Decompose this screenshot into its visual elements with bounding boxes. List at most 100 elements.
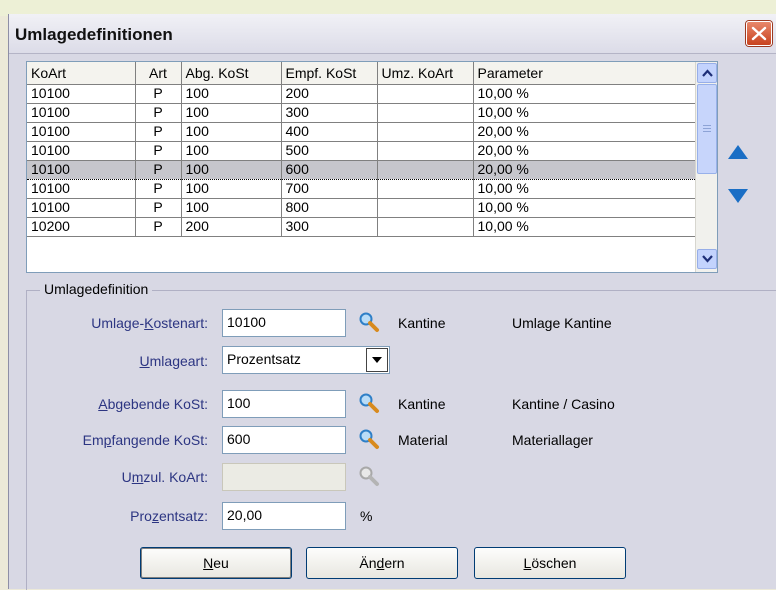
- cell-parameter: 10,00 %: [473, 179, 696, 199]
- cell-umz-koart: [377, 122, 474, 142]
- cell-art: P: [135, 103, 182, 123]
- prozentsatz-unit: %: [360, 508, 373, 524]
- umzul-koart-label: Umzul. KoArt:: [121, 469, 208, 485]
- cell-koart: 10100: [27, 122, 136, 142]
- cell-art: P: [135, 217, 182, 237]
- scroll-up-button[interactable]: [697, 63, 717, 83]
- cell-umz-koart: [377, 141, 474, 161]
- cell-art: P: [135, 198, 182, 218]
- table-row[interactable]: 10100 P 100 300 10,00 %: [27, 103, 696, 123]
- abgebende-search-icon[interactable]: [358, 392, 380, 414]
- cell-parameter: 10,00 %: [473, 84, 696, 104]
- column-header-parameter[interactable]: Parameter: [473, 62, 696, 85]
- table-row[interactable]: 10100 P 100 800 10,00 %: [27, 198, 696, 218]
- kostenart-name: Kantine: [398, 315, 446, 331]
- column-header-koart[interactable]: KoArt: [27, 62, 136, 85]
- cell-art: P: [135, 179, 182, 199]
- dropdown-arrow-icon: [372, 357, 382, 363]
- cell-parameter: 20,00 %: [473, 141, 696, 161]
- cell-parameter: 10,00 %: [473, 217, 696, 237]
- cell-umz-koart: [377, 217, 474, 237]
- kostenart-description: Umlage Kantine: [512, 315, 612, 331]
- cell-art: P: [135, 159, 182, 180]
- cell-empf-kost: 600: [281, 159, 378, 180]
- table-row[interactable]: 10100 P 100 500 20,00 %: [27, 141, 696, 161]
- title-bar: Umlagedefinitionen: [9, 14, 776, 54]
- kostenart-input[interactable]: 10100: [222, 309, 346, 337]
- cell-empf-kost: 200: [281, 84, 378, 104]
- chevron-up-icon: [702, 69, 713, 77]
- dialog-title: Umlagedefinitionen: [15, 25, 173, 44]
- cell-umz-koart: [377, 84, 474, 104]
- cell-parameter: 10,00 %: [473, 103, 696, 123]
- move-down-arrow-icon[interactable]: [726, 187, 750, 205]
- cell-abg-kost: 200: [181, 217, 282, 237]
- dropdown-button[interactable]: [366, 348, 388, 372]
- cell-umz-koart: [377, 179, 474, 199]
- abgebende-description: Kantine / Casino: [512, 396, 615, 412]
- umlageart-dropdown[interactable]: Prozentsatz: [222, 346, 390, 374]
- cell-parameter: 20,00 %: [473, 159, 696, 180]
- prozentsatz-label: Prozentsatz:: [130, 508, 208, 524]
- empfangende-input[interactable]: 600: [222, 426, 346, 454]
- column-header-umz-koart[interactable]: Umz. KoArt: [377, 62, 474, 85]
- cell-abg-kost: 100: [181, 159, 282, 180]
- umlageart-value: Prozentsatz: [227, 351, 301, 367]
- cell-koart: 10100: [27, 159, 136, 180]
- definitions-grid[interactable]: KoArt Art Abg. KoSt Empf. KoSt Umz. KoAr…: [26, 61, 718, 273]
- kostenart-label: Umlage-Kostenart:: [91, 315, 208, 331]
- delete-button[interactable]: Löschen: [474, 547, 626, 579]
- empfangende-search-icon[interactable]: [358, 428, 380, 450]
- abgebende-label: Abgebende KoSt:: [98, 396, 208, 412]
- table-row[interactable]: 10200 P 200 300 10,00 %: [27, 217, 696, 237]
- column-header-abg-kost[interactable]: Abg. KoSt: [181, 62, 282, 85]
- cell-empf-kost: 500: [281, 141, 378, 161]
- cell-empf-kost: 800: [281, 198, 378, 218]
- cell-art: P: [135, 141, 182, 161]
- cell-abg-kost: 100: [181, 198, 282, 218]
- grid-scrollbar[interactable]: [695, 62, 717, 272]
- grid-header-row: KoArt Art Abg. KoSt Empf. KoSt Umz. KoAr…: [27, 62, 696, 85]
- cell-empf-kost: 700: [281, 179, 378, 199]
- cell-koart: 10100: [27, 179, 136, 199]
- table-row[interactable]: 10100 P 100 400 20,00 %: [27, 122, 696, 142]
- new-button[interactable]: Neu: [140, 547, 292, 579]
- chevron-down-icon: [702, 255, 713, 263]
- close-button[interactable]: [746, 21, 772, 46]
- cell-umz-koart: [377, 103, 474, 123]
- abgebende-input[interactable]: 100: [222, 390, 346, 418]
- cell-art: P: [135, 84, 182, 104]
- column-header-empf-kost[interactable]: Empf. KoSt: [281, 62, 378, 85]
- abgebende-name: Kantine: [398, 396, 446, 412]
- scroll-down-button[interactable]: [697, 249, 717, 269]
- table-row[interactable]: 10100 P 100 200 10,00 %: [27, 84, 696, 104]
- prozentsatz-input[interactable]: 20,00: [222, 502, 346, 530]
- cell-koart: 10200: [27, 217, 136, 237]
- groupbox-legend: Umlagedefinition: [40, 281, 153, 297]
- cell-empf-kost: 300: [281, 217, 378, 237]
- cell-empf-kost: 400: [281, 122, 378, 142]
- umzul-koart-input: [222, 463, 346, 491]
- kostenart-search-icon[interactable]: [358, 311, 380, 333]
- table-row[interactable]: 10100 P 100 700 10,00 %: [27, 179, 696, 199]
- edit-button[interactable]: Ändern: [306, 547, 458, 579]
- cell-umz-koart: [377, 159, 474, 180]
- cell-koart: 10100: [27, 141, 136, 161]
- table-row[interactable]: 10100 P 100 600 20,00 %: [27, 159, 696, 180]
- cell-abg-kost: 100: [181, 179, 282, 199]
- cell-koart: 10100: [27, 84, 136, 104]
- move-up-arrow-icon[interactable]: [726, 143, 750, 161]
- column-header-art[interactable]: Art: [135, 62, 182, 85]
- cell-koart: 10100: [27, 198, 136, 218]
- cell-abg-kost: 100: [181, 84, 282, 104]
- empfangende-description: Materiallager: [512, 432, 593, 448]
- cell-abg-kost: 100: [181, 141, 282, 161]
- cell-parameter: 10,00 %: [473, 198, 696, 218]
- umzul-koart-search-icon: [359, 466, 379, 486]
- cell-parameter: 20,00 %: [473, 122, 696, 142]
- cell-abg-kost: 100: [181, 103, 282, 123]
- cell-empf-kost: 300: [281, 103, 378, 123]
- scroll-thumb[interactable]: [697, 84, 717, 174]
- empfangende-label: Empfangende KoSt:: [82, 432, 208, 448]
- umlageart-label: Umlageart:: [139, 353, 208, 369]
